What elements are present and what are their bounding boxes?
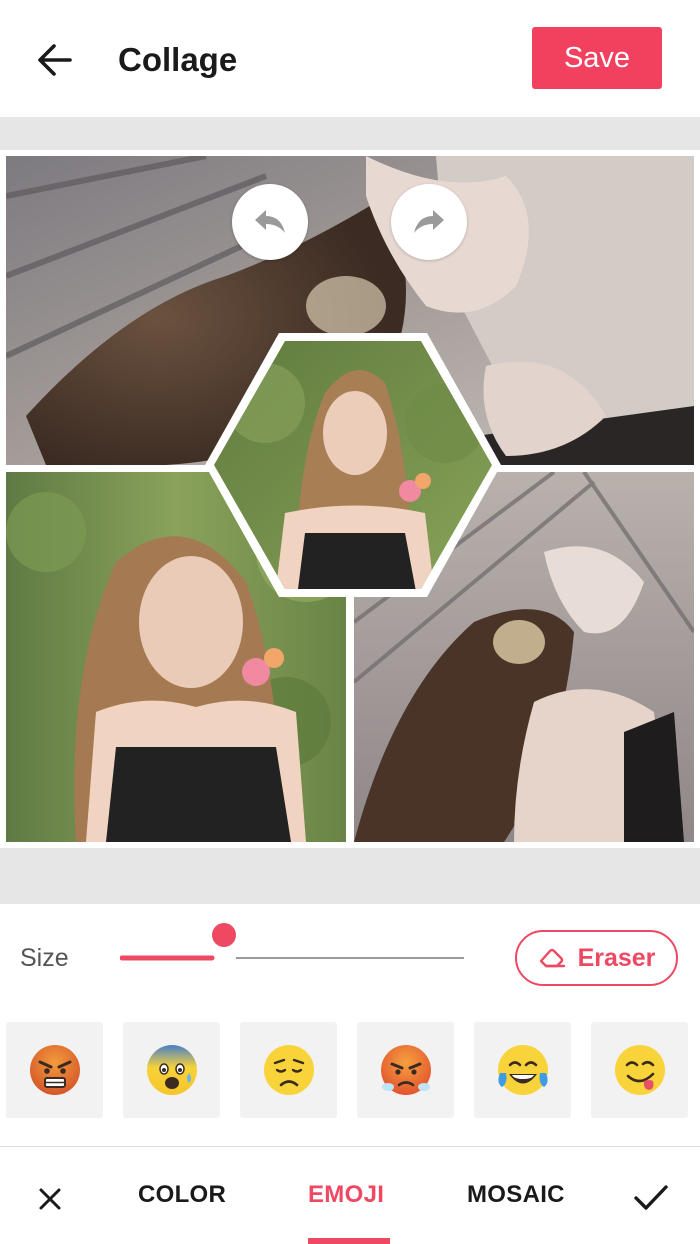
steaming-angry-face-icon bbox=[380, 1045, 431, 1095]
top-bar: Collage Save bbox=[0, 0, 700, 117]
size-label: Size bbox=[20, 944, 69, 972]
emoji-cell-tears-of-joy[interactable] bbox=[474, 1022, 571, 1118]
undo-icon bbox=[255, 210, 285, 233]
redo-button[interactable] bbox=[391, 184, 467, 260]
emoji-cell-disappointed[interactable] bbox=[240, 1022, 337, 1118]
eraser-label: Eraser bbox=[577, 943, 656, 972]
tongue-out-face-icon bbox=[614, 1045, 665, 1095]
emoji-picker bbox=[6, 1022, 696, 1118]
checkmark-icon[interactable] bbox=[628, 1177, 674, 1217]
canvas-bottom-margin bbox=[0, 848, 700, 904]
slider-thumb bbox=[212, 923, 236, 947]
angry-face-icon bbox=[29, 1045, 80, 1095]
size-slider[interactable] bbox=[119, 920, 466, 980]
tab-emoji[interactable]: EMOJI bbox=[308, 1181, 384, 1209]
close-icon[interactable] bbox=[30, 1179, 70, 1219]
eraser-button[interactable]: Eraser bbox=[515, 930, 678, 986]
page-title: Collage bbox=[118, 41, 238, 78]
undo-button[interactable] bbox=[232, 184, 308, 260]
tab-mosaic[interactable]: MOSAIC bbox=[467, 1181, 565, 1209]
emoji-cell-steaming[interactable] bbox=[357, 1022, 454, 1118]
collage-photo-center-hexagon[interactable] bbox=[205, 333, 501, 597]
bottom-tab-bar: COLOR EMOJI MOSAIC bbox=[0, 1147, 700, 1244]
canvas-top-margin bbox=[0, 117, 700, 150]
emoji-cell-angry[interactable] bbox=[6, 1022, 103, 1118]
back-arrow-icon[interactable] bbox=[30, 36, 82, 84]
eraser-icon bbox=[539, 948, 565, 968]
tab-color[interactable]: COLOR bbox=[138, 1181, 226, 1209]
emoji-cell-anxious[interactable] bbox=[123, 1022, 220, 1118]
anxious-face-icon bbox=[146, 1045, 197, 1095]
save-button[interactable]: Save bbox=[532, 27, 662, 89]
collage-canvas bbox=[0, 150, 700, 848]
redo-icon bbox=[414, 210, 444, 233]
tears-of-joy-face-icon bbox=[497, 1045, 548, 1095]
disappointed-face-icon bbox=[263, 1045, 314, 1095]
active-tab-indicator bbox=[308, 1238, 390, 1244]
emoji-cell-tongue-out[interactable] bbox=[591, 1022, 688, 1118]
